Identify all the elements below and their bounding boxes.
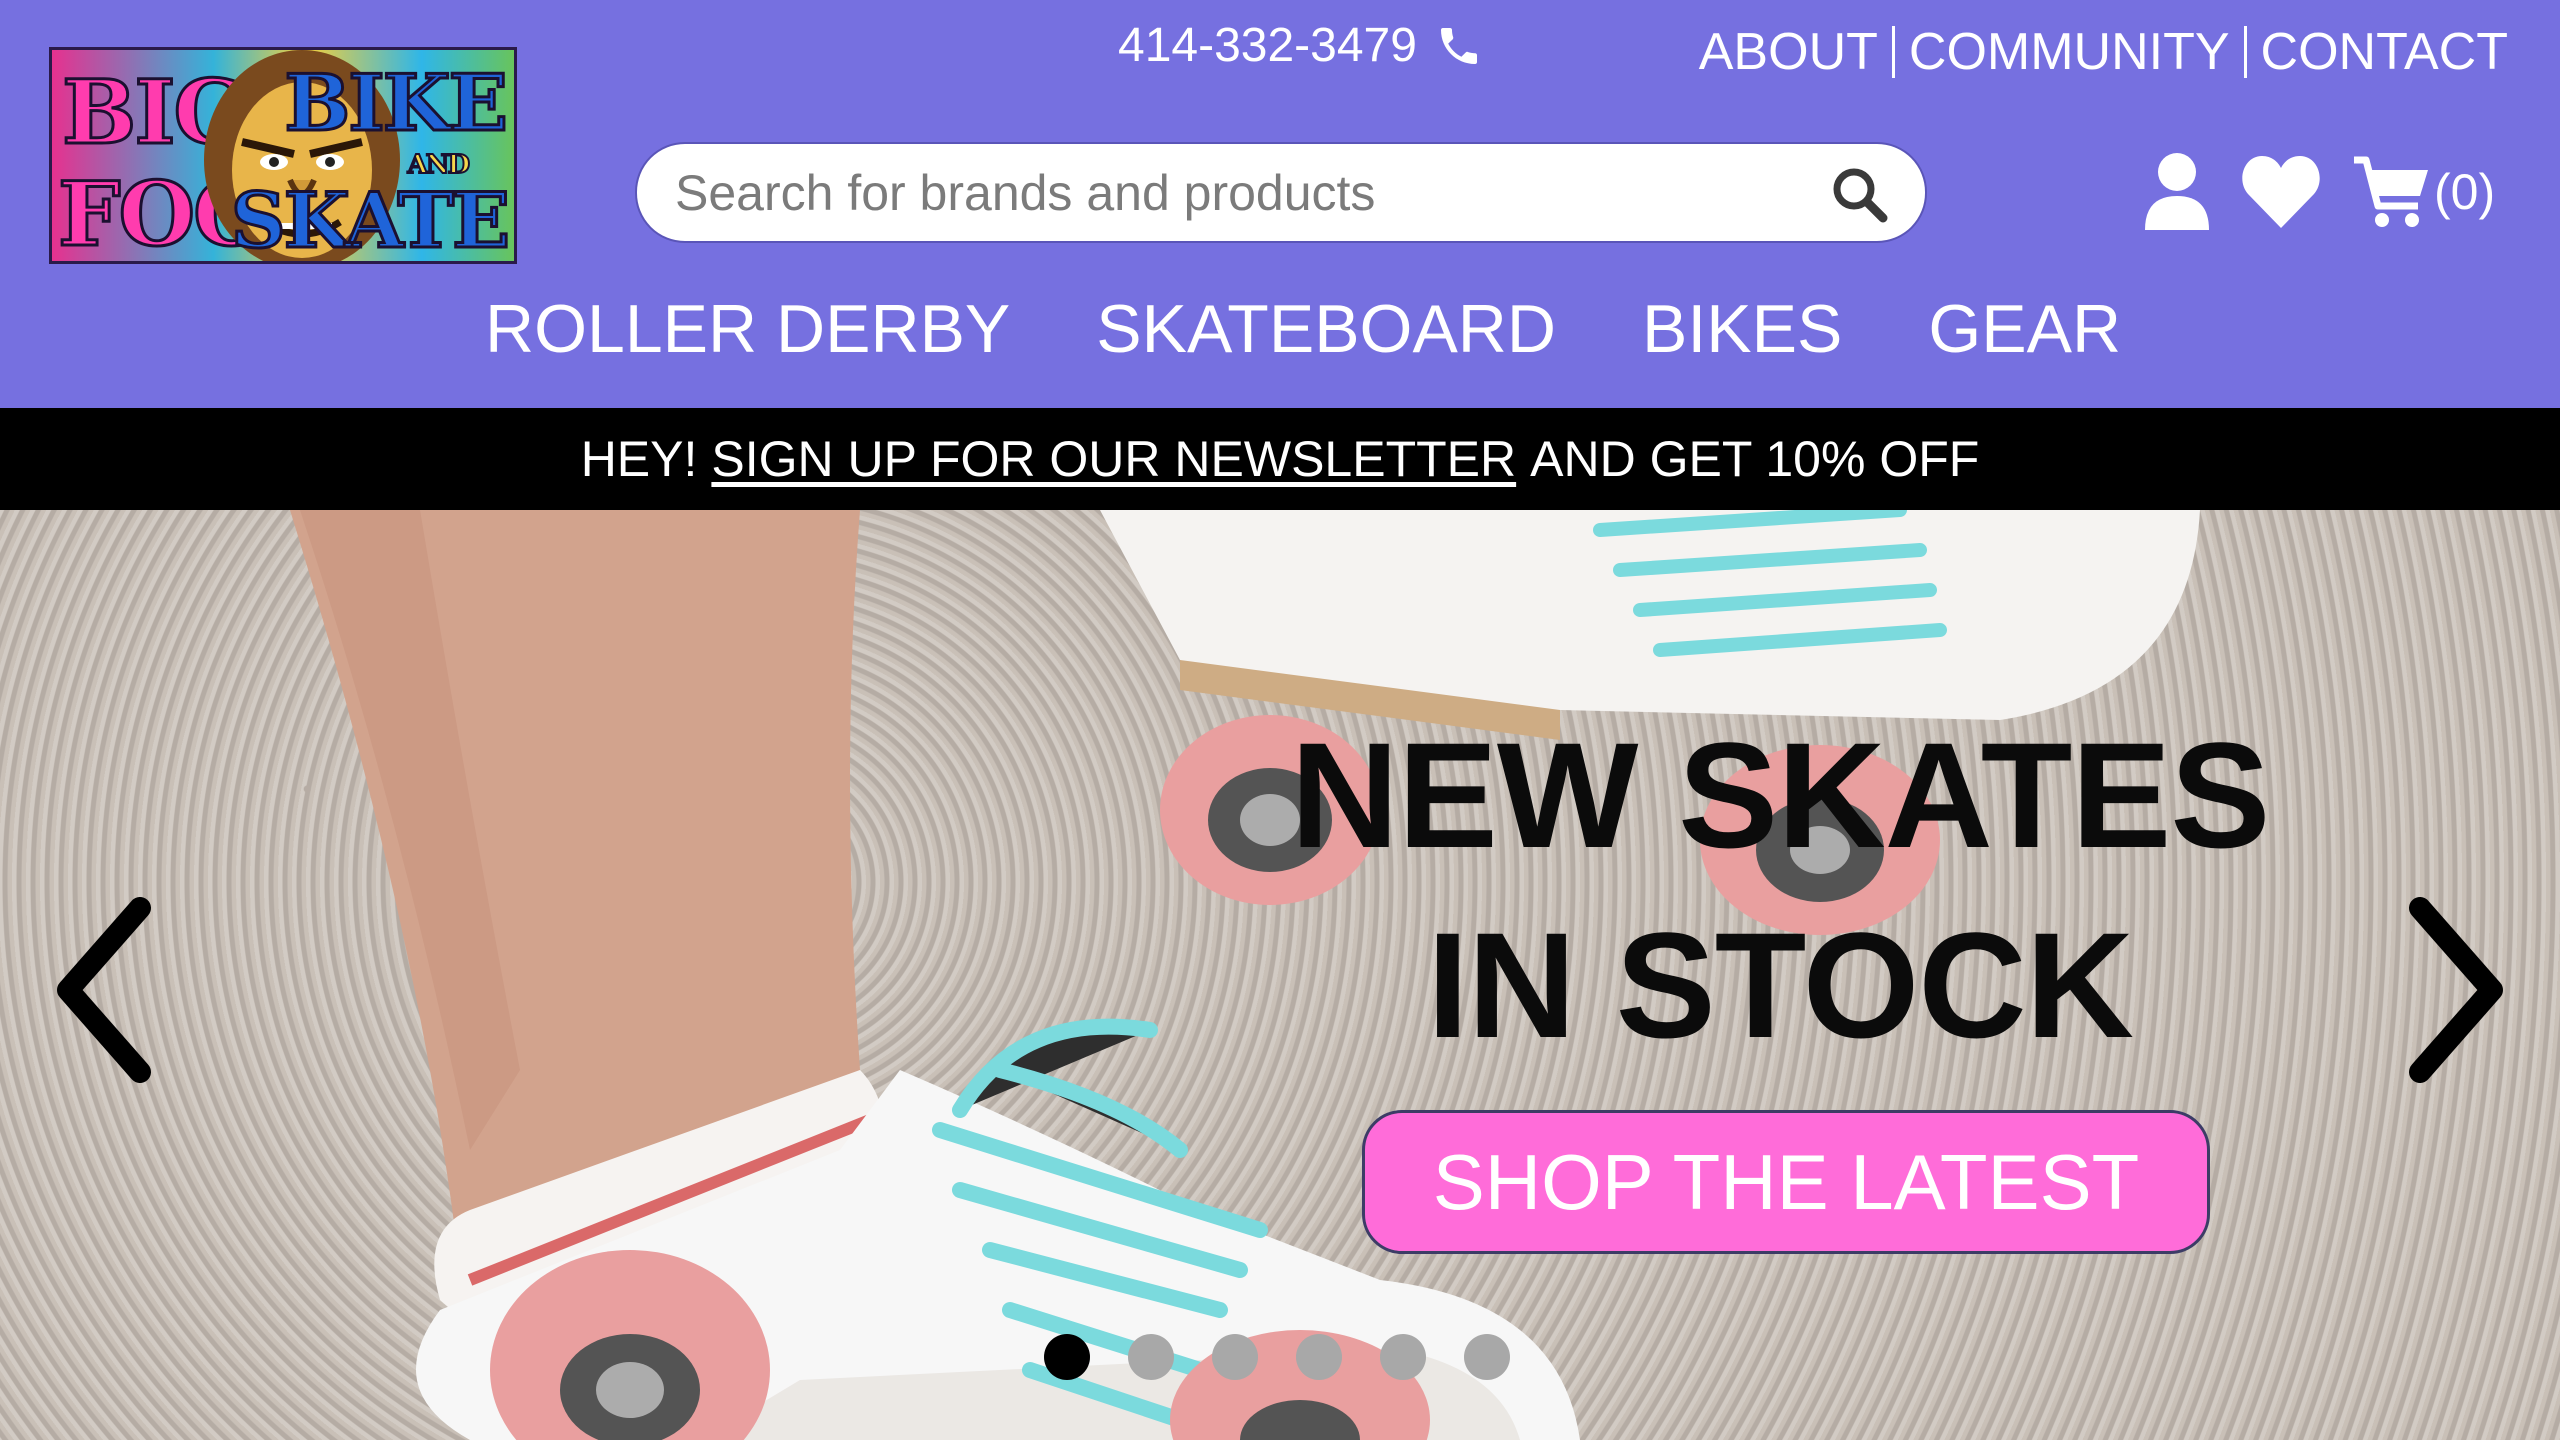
hero-headline-line2: IN STOCK xyxy=(1427,901,2134,1069)
nav-link-contact[interactable]: CONTACT xyxy=(2261,22,2508,82)
carousel-dot-6[interactable] xyxy=(1464,1334,1510,1380)
hero-carousel: NEW SKATES IN STOCK SHOP THE LATEST xyxy=(0,510,2560,1440)
newsletter-signup-link[interactable]: SIGN UP FOR OUR NEWSLETTER xyxy=(711,430,1516,488)
nav-link-about[interactable]: ABOUT xyxy=(1699,22,1878,82)
user-icon[interactable] xyxy=(2142,152,2212,232)
main-nav: ROLLER DERBY SKATEBOARD BIKES GEAR xyxy=(485,290,2121,368)
divider xyxy=(2243,26,2247,78)
promo-prefix: HEY! xyxy=(580,431,698,487)
heart-icon[interactable] xyxy=(2240,152,2322,232)
phone-icon xyxy=(1440,27,1477,64)
utility-nav: ABOUT COMMUNITY CONTACT xyxy=(1699,22,2508,82)
logo-text-skate: SKATE xyxy=(229,175,511,264)
newsletter-promo-bar: HEY! SIGN UP FOR OUR NEWSLETTER AND GET … xyxy=(0,408,2560,510)
search-icon[interactable] xyxy=(1829,164,1889,224)
cart-count: (0) xyxy=(2434,164,2496,220)
hero-headline-line1: NEW SKATES xyxy=(1290,711,2271,879)
carousel-dots xyxy=(1044,1334,1510,1380)
nav-item-bikes[interactable]: BIKES xyxy=(1642,290,1842,368)
nav-link-community[interactable]: COMMUNITY xyxy=(1909,22,2230,82)
cart-icon xyxy=(2354,156,2428,227)
carousel-dot-2[interactable] xyxy=(1128,1334,1174,1380)
phone-number-link[interactable]: 414-332-3479 xyxy=(1118,18,1483,73)
cart-button[interactable]: (0) xyxy=(2350,150,2495,234)
carousel-dot-1[interactable] xyxy=(1044,1334,1090,1380)
chevron-right-icon[interactable] xyxy=(2400,890,2520,1090)
shop-the-latest-button[interactable]: SHOP THE LATEST xyxy=(1362,1110,2210,1254)
hero-headline: NEW SKATES IN STOCK xyxy=(1160,700,2400,1080)
carousel-dot-5[interactable] xyxy=(1380,1334,1426,1380)
nav-item-gear[interactable]: GEAR xyxy=(1928,290,2121,368)
search-bar xyxy=(635,142,1927,243)
divider xyxy=(1891,26,1895,78)
search-input[interactable] xyxy=(675,144,1795,241)
store-logo[interactable]: BIG FOOT BIKE AND SKATE xyxy=(49,47,517,264)
nav-item-skateboard[interactable]: SKATEBOARD xyxy=(1096,290,1556,368)
chevron-left-icon[interactable] xyxy=(40,890,160,1090)
promo-suffix: AND GET 10% OFF xyxy=(1530,431,1980,487)
carousel-dot-4[interactable] xyxy=(1296,1334,1342,1380)
nav-item-roller-derby[interactable]: ROLLER DERBY xyxy=(485,290,1010,368)
site-header: BIG FOOT BIKE AND SKATE 414-332-3479 ABO… xyxy=(0,0,2560,408)
logo-text-bike: BIKE xyxy=(283,57,510,151)
phone-number: 414-332-3479 xyxy=(1118,19,1417,72)
carousel-dot-3[interactable] xyxy=(1212,1334,1258,1380)
